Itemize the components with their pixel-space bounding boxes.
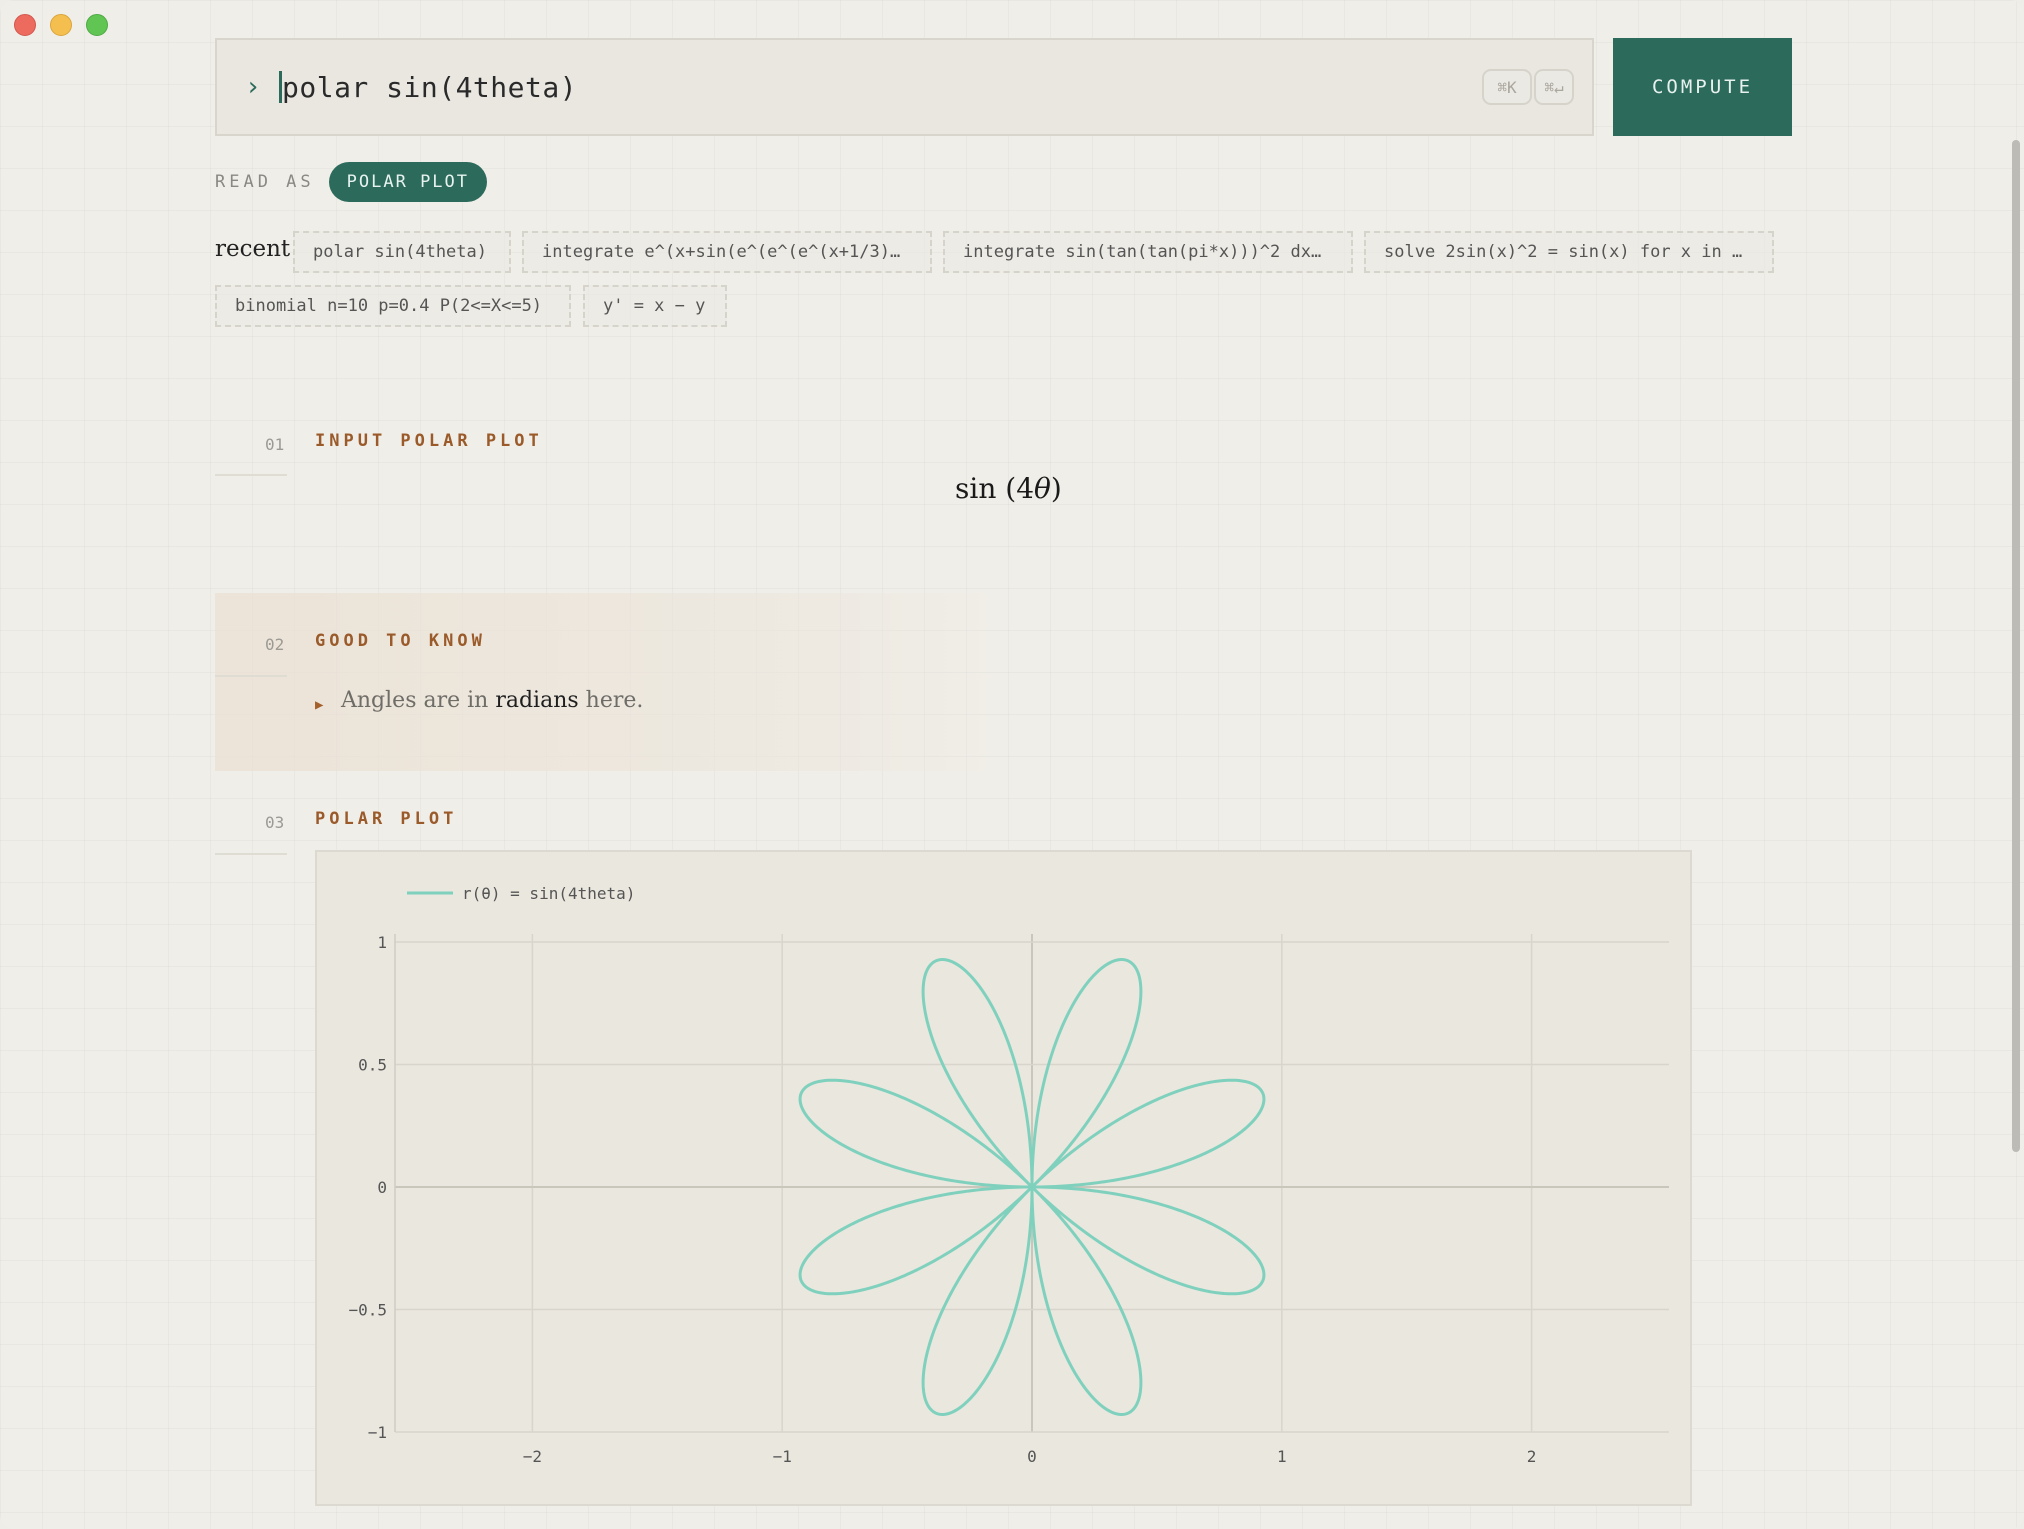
read-as-label: READ AS [215,172,315,192]
section-title-good-to-know: GOOD TO KNOW [315,631,486,651]
y-tick-label: −0.5 [348,1301,387,1320]
math-close-paren: ) [1050,472,1062,505]
plot-legend: r(θ) = sin(4theta) [407,884,635,903]
note-text-before: Angles are in [341,688,496,713]
y-tick-label: 0 [377,1178,387,1197]
good-to-know-panel [215,593,1005,771]
section-title-polar-plot: POLAR PLOT [315,809,458,829]
recent-chip[interactable]: y' = x − y [583,285,727,327]
section-number: 03 [265,813,285,832]
note-text-emphasis: radians [495,688,579,713]
input-math-expression: sin (4θ) [955,472,1062,505]
recent-chip[interactable]: integrate e^(x+sin(e^(e^(e^(x+1/3)… [522,231,932,273]
math-open-paren: ( [1005,472,1017,505]
section-title-input: INPUT POLAR PLOT [315,431,543,451]
math-variable: θ [1034,472,1051,505]
recent-label: recent [215,236,291,262]
x-tick-label: 0 [1027,1447,1037,1466]
section-number: 02 [265,635,285,654]
y-tick-label: 0.5 [358,1056,387,1075]
note-text-after: here. [578,688,644,713]
zoom-window-button[interactable] [86,14,108,36]
section-number: 01 [265,435,285,454]
chevron-right-icon: › [245,72,261,102]
read-as-badge[interactable]: POLAR PLOT [328,162,488,202]
x-tick-label: 1 [1277,1447,1287,1466]
shortcut-hints: ⌘K ⌘↵ [1482,69,1574,105]
query-input[interactable]: › polar sin(4theta) ⌘K ⌘↵ [215,38,1594,136]
read-as-row: READ AS POLAR PLOT [215,162,488,202]
legend-label: r(θ) = sin(4theta) [462,884,635,903]
y-tick-label: −1 [368,1423,387,1442]
x-tick-label: −2 [523,1447,542,1466]
recent-chip[interactable]: integrate sin(tan(tan(pi*x)))^2 dx… [943,231,1353,273]
app-window: › polar sin(4theta) ⌘K ⌘↵ COMPUTE READ A… [0,0,2024,1529]
query-text[interactable]: polar sin(4theta) [282,71,577,104]
recent-chip[interactable]: solve 2sin(x)^2 = sin(x) for x in … [1364,231,1774,273]
section-divider [215,474,287,476]
polar-plot-chart[interactable]: −2 −1 0 1 2 1 0.5 0 −0.5 −1 r(θ) = sin(4theta) [315,850,1692,1506]
vertical-scrollbar[interactable] [2012,140,2020,1152]
shortcut-command-k: ⌘K [1482,69,1532,105]
compute-button[interactable]: COMPUTE [1613,38,1792,136]
plot-svg: −2 −1 0 1 2 1 0.5 0 −0.5 −1 r(θ) = sin(4theta) [348,884,1669,1466]
triangle-bullet-icon: ▶ [315,697,324,713]
recent-chip[interactable]: binomial n=10 p=0.4 P(2<=X<=5) [215,285,571,327]
x-tick-label: −1 [773,1447,792,1466]
shortcut-command-enter: ⌘↵ [1534,69,1574,105]
plot-tick-labels: −2 −1 0 1 2 1 0.5 0 −0.5 −1 [348,933,1536,1466]
minimize-window-button[interactable] [50,14,72,36]
math-function: sin [955,472,997,505]
traffic-lights [14,14,108,36]
x-tick-label: 2 [1527,1447,1537,1466]
section-divider [215,853,287,855]
math-coefficient: 4 [1016,472,1035,505]
y-tick-label: 1 [377,933,387,952]
close-window-button[interactable] [14,14,36,36]
section-divider [215,675,287,677]
note-text: Angles are in radians here. [341,688,643,713]
recent-chip[interactable]: polar sin(4theta) [293,231,511,273]
